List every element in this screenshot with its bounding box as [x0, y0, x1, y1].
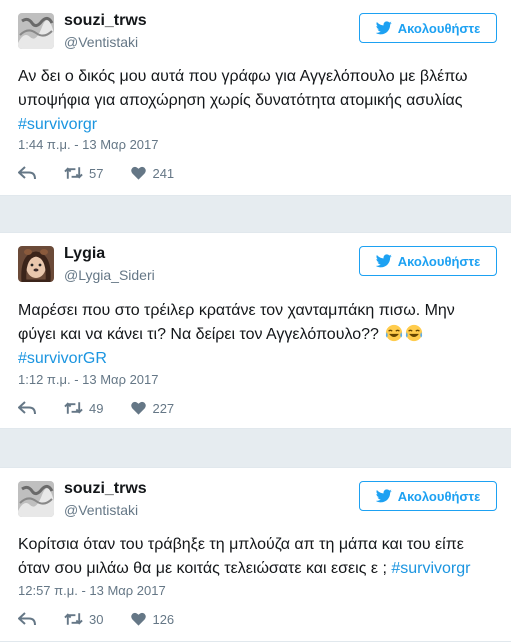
retweet-button[interactable]: 49	[64, 401, 103, 416]
follow-button[interactable]: Ακολουθήστε	[359, 246, 497, 276]
follow-button[interactable]: Ακολουθήστε	[359, 481, 497, 511]
like-button[interactable]: 227	[131, 401, 174, 416]
hashtag-link[interactable]: #survivorGR	[18, 350, 107, 367]
like-button[interactable]: 241	[131, 166, 174, 181]
retweet-count: 49	[89, 400, 104, 416]
heart-icon	[131, 612, 147, 626]
user-handle[interactable]: @Ventistaki	[64, 34, 138, 50]
retweet-icon	[64, 402, 83, 414]
laughing-emoji-icon	[386, 324, 403, 342]
tweet-card: Lygia @Lygia_Sideri Ακολουθήστε Μαρέσει …	[0, 232, 511, 429]
retweet-button[interactable]: 30	[64, 612, 103, 627]
avatar[interactable]	[18, 13, 54, 49]
display-name[interactable]: souzi_trws	[64, 12, 147, 30]
display-name[interactable]: souzi_trws	[64, 480, 147, 498]
hashtag-link[interactable]: #survivorgr	[18, 116, 97, 133]
like-count: 227	[152, 400, 175, 416]
follow-label: Ακολουθήστε	[397, 20, 481, 36]
reply-icon	[18, 401, 36, 415]
user-handle[interactable]: @Lygia_Sideri	[64, 267, 155, 283]
tweet-body: Αν δει ο δικός μου αυτά που γράφω για Αγ…	[18, 68, 472, 109]
follow-label: Ακολουθήστε	[397, 488, 481, 504]
heart-icon	[131, 401, 147, 415]
tweet-actions: 49 227	[18, 398, 174, 418]
retweet-icon	[64, 613, 83, 625]
tweet-card: souzi_trws @Ventistaki Ακολουθήστε Κορίτ…	[0, 467, 511, 642]
retweet-count: 57	[89, 165, 104, 181]
tweet-text: Αν δει ο δικός μου αυτά που γράφω για Αγ…	[18, 65, 493, 137]
avatar[interactable]	[18, 481, 54, 517]
retweet-count: 30	[89, 611, 104, 627]
twitter-bird-icon	[375, 21, 392, 35]
hashtag-link[interactable]: #survivorgr	[391, 560, 470, 577]
tweet-timestamp[interactable]: 1:12 π.μ. - 13 Μαρ 2017	[18, 372, 159, 387]
reply-button[interactable]	[18, 166, 64, 180]
display-name[interactable]: Lygia	[64, 245, 105, 263]
reply-icon	[18, 166, 36, 180]
follow-label: Ακολουθήστε	[397, 253, 481, 269]
like-count: 126	[152, 611, 175, 627]
tweet-timestamp[interactable]: 1:44 π.μ. - 13 Μαρ 2017	[18, 137, 159, 152]
tweet-text: Μαρέσει που στο τρέιλερ κρατάνε τον χαντ…	[18, 299, 493, 371]
heart-icon	[131, 166, 147, 180]
tweet-card: souzi_trws @Ventistaki Ακολουθήστε Αν δε…	[0, 0, 511, 196]
retweet-icon	[64, 167, 83, 179]
retweet-button[interactable]: 57	[64, 166, 103, 181]
tweet-timestamp[interactable]: 12:57 π.μ. - 13 Μαρ 2017	[18, 583, 166, 598]
like-count: 241	[152, 165, 175, 181]
avatar[interactable]	[18, 246, 54, 282]
tweet-actions: 57 241	[18, 163, 174, 183]
reply-icon	[18, 612, 36, 626]
tweet-text: Κορίτσια όταν του τράβηξε τη μπλούζα απ …	[18, 533, 493, 581]
tweet-actions: 30 126	[18, 609, 174, 629]
twitter-bird-icon	[375, 489, 392, 503]
reply-button[interactable]	[18, 612, 64, 626]
reply-button[interactable]	[18, 401, 64, 415]
user-handle[interactable]: @Ventistaki	[64, 502, 138, 518]
twitter-bird-icon	[375, 254, 392, 268]
follow-button[interactable]: Ακολουθήστε	[359, 13, 497, 43]
like-button[interactable]: 126	[131, 612, 174, 627]
laughing-emoji-icon	[406, 324, 423, 342]
